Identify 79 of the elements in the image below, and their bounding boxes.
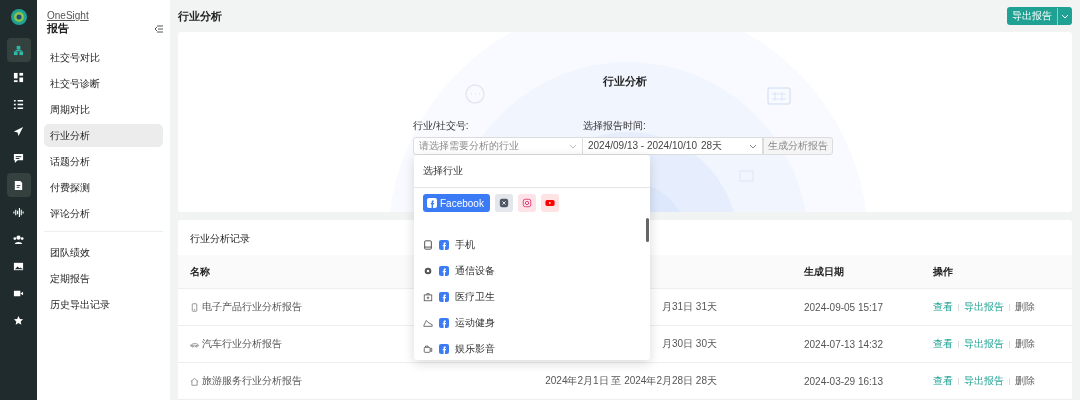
field-label: 选择报告时间: bbox=[583, 119, 647, 133]
scrollbar-thumb[interactable] bbox=[646, 218, 649, 242]
platform-tab[interactable] bbox=[540, 194, 559, 212]
section-title: 行业分析记录 bbox=[190, 233, 250, 244]
action-link[interactable]: 删除 bbox=[1015, 300, 1035, 314]
date-period: 月30日 30天 bbox=[661, 338, 717, 349]
camera-icon bbox=[423, 344, 433, 354]
column-header: 操作 bbox=[933, 265, 953, 277]
action-link[interactable]: 删除 bbox=[1015, 374, 1035, 388]
industry-option[interactable]: 娱乐影音 bbox=[414, 336, 650, 360]
paper-plane-icon bbox=[13, 125, 24, 137]
phone-icon bbox=[190, 302, 199, 312]
date-period: 2024年2月1日 至 2024年2月28日 28天 bbox=[545, 375, 717, 386]
sound-wave-icon bbox=[13, 206, 24, 218]
chevron-icon bbox=[569, 143, 577, 149]
form-title: 行业分析 bbox=[603, 75, 647, 89]
industry-option[interactable]: 运动健身 bbox=[414, 310, 650, 336]
x-icon bbox=[498, 198, 509, 208]
facebook-icon bbox=[439, 318, 449, 328]
facebook-icon bbox=[427, 198, 437, 208]
target-icon bbox=[423, 266, 433, 276]
report-name: 旅游服务行业分析报告 bbox=[202, 374, 302, 388]
date-range-field[interactable]: 2024/09/13 - 2024/10/10 28天 bbox=[583, 137, 763, 155]
industry-option[interactable]: 医疗卫生 bbox=[414, 284, 650, 310]
facebook-icon bbox=[439, 344, 449, 354]
sidebar-title: 报告 bbox=[47, 22, 69, 36]
house-icon bbox=[190, 376, 199, 386]
sidebar-item[interactable]: 周期对比 bbox=[44, 98, 163, 121]
nav-button[interactable] bbox=[6, 173, 31, 197]
dropdown-title: 选择行业 bbox=[423, 164, 463, 178]
industry-option[interactable]: 通信设备 bbox=[414, 258, 650, 284]
star-icon bbox=[13, 314, 24, 326]
created-date: 2024-09-05 15:17 bbox=[804, 301, 883, 313]
sidebar-item[interactable]: 社交号诊断 bbox=[44, 72, 163, 95]
industry-select[interactable]: 请选择需要分析的行业 bbox=[413, 137, 583, 155]
sidebar-item[interactable]: 评论分析 bbox=[44, 202, 163, 225]
field-label: 行业/社交号: bbox=[413, 119, 470, 133]
sidebar-item[interactable]: 历史导出记录 bbox=[44, 293, 163, 316]
document-icon bbox=[13, 179, 24, 191]
logo-icon bbox=[9, 8, 28, 26]
chevron-icon bbox=[749, 143, 757, 149]
platform-tab[interactable] bbox=[517, 194, 536, 212]
report-name: 电子产品行业分析报告 bbox=[202, 300, 302, 314]
youtube-icon bbox=[544, 198, 555, 208]
team-icon bbox=[13, 233, 24, 245]
chat-bubble-icon bbox=[13, 152, 24, 164]
sidebar-item[interactable]: 付费探测 bbox=[44, 176, 163, 199]
sidebar-item[interactable]: 行业分析 bbox=[44, 124, 163, 147]
report-name: 汽车行业分析报告 bbox=[202, 337, 282, 351]
image-icon bbox=[13, 260, 24, 272]
tablet-icon bbox=[423, 240, 433, 250]
sidebar-item[interactable]: 社交号对比 bbox=[44, 46, 163, 69]
created-date: 2024-03-29 16:13 bbox=[804, 375, 883, 387]
action-link[interactable]: 删除 bbox=[1015, 337, 1035, 351]
sidebar-item[interactable]: 话题分析 bbox=[44, 150, 163, 173]
date-range: 2024/09/13 - 2024/10/10 bbox=[588, 140, 697, 151]
nav-button[interactable] bbox=[6, 38, 31, 62]
brand-link[interactable]: OneSight bbox=[47, 10, 89, 21]
sidebar-item[interactable]: 定期报告 bbox=[44, 267, 163, 290]
facebook-icon bbox=[439, 292, 449, 302]
column-header: 生成日期 bbox=[804, 265, 844, 277]
instagram-icon bbox=[521, 198, 532, 208]
caret-icon bbox=[1061, 13, 1069, 19]
dashboard-icon bbox=[13, 71, 24, 83]
platform-tab[interactable]: Facebook bbox=[423, 194, 490, 212]
page-title: 行业分析 bbox=[178, 8, 222, 24]
industry-option[interactable]: 手机 bbox=[414, 232, 650, 258]
collapse-icon[interactable] bbox=[154, 24, 163, 33]
facebook-icon bbox=[439, 240, 449, 250]
facebook-icon bbox=[439, 266, 449, 276]
list-icon bbox=[13, 98, 24, 110]
sidebar-item[interactable]: 团队绩效 bbox=[44, 241, 163, 264]
day-count: 28天 bbox=[701, 140, 723, 151]
platform-tab[interactable] bbox=[494, 194, 513, 212]
medical-kit-icon bbox=[423, 292, 433, 302]
created-date: 2024-07-13 14:32 bbox=[804, 338, 883, 350]
org-chart-icon bbox=[13, 44, 24, 56]
column-header: 名称 bbox=[190, 265, 210, 277]
date-period: 月31日 31天 bbox=[661, 301, 717, 312]
